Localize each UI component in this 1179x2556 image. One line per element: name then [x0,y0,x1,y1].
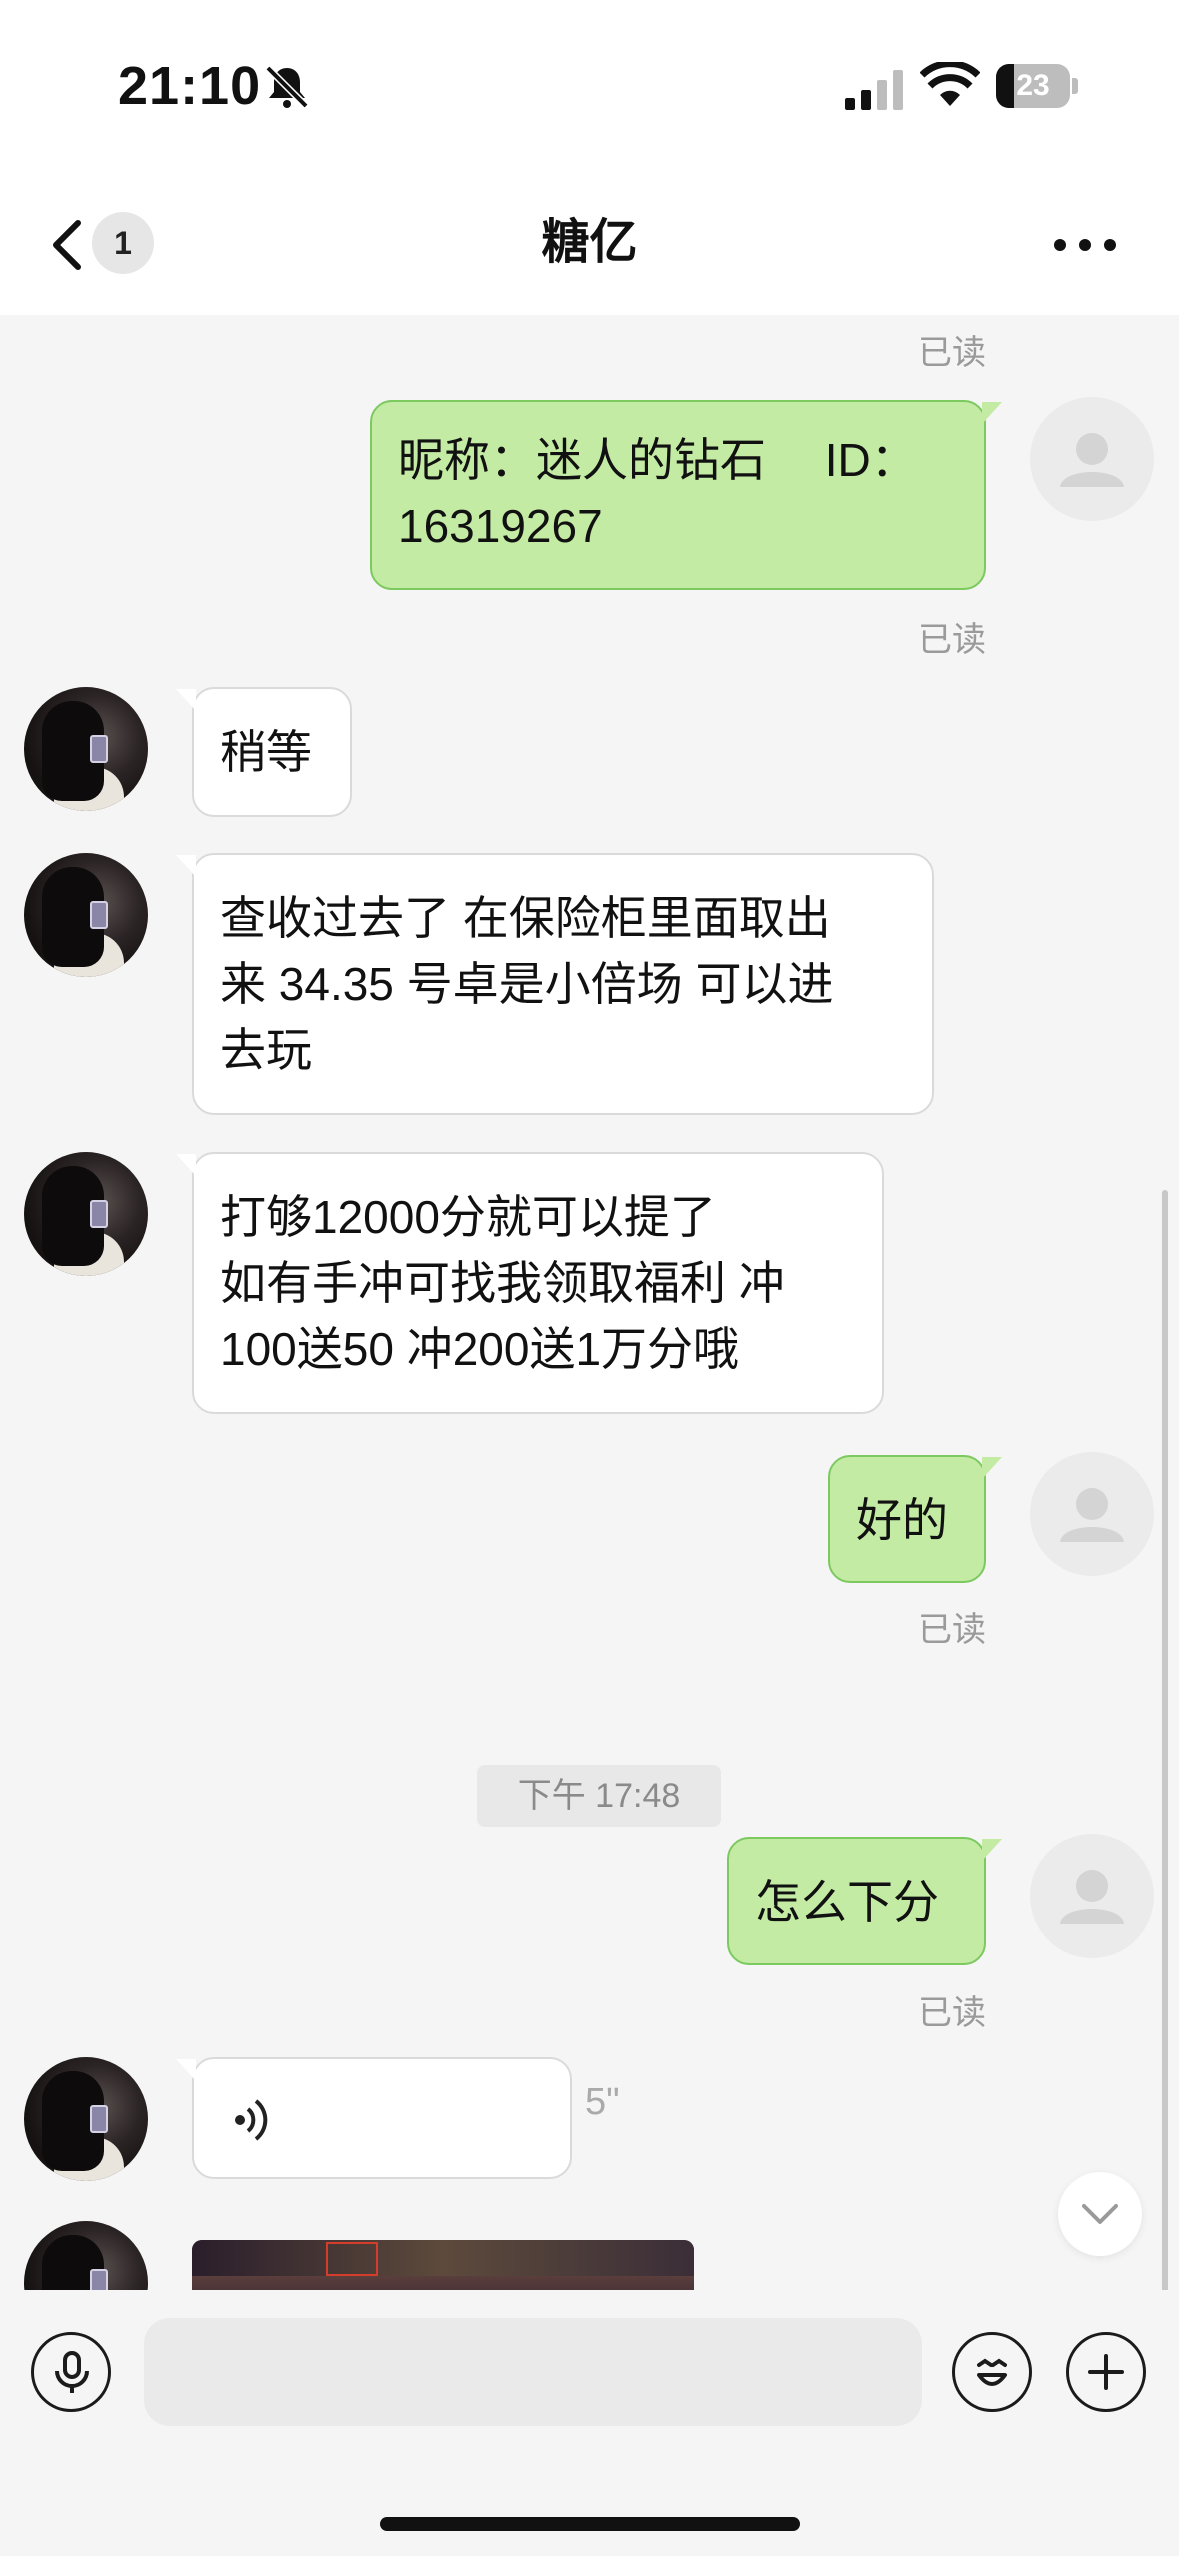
message-text: 好的 [856,1494,948,1546]
status-bar: 21:10 23 [0,0,1179,175]
plus-icon [1088,2354,1124,2390]
message-text: 100送50 冲200送1万分哦 [220,1323,740,1375]
read-receipt: 已读 [918,334,986,372]
battery-level: 23 [1016,69,1050,102]
message-bubble-received[interactable]: 查收过去了 在保险柜里面取出 来 34.35 号卓是小倍场 可以进 去玩 [176,853,934,1115]
message-text: 去玩 [220,1024,312,1076]
scrollbar[interactable] [1162,1190,1168,2290]
message-text: 来 34.35 号卓是小倍场 可以进 [220,958,834,1010]
person-icon [1060,1488,1124,1542]
message-text: 如有手冲可找我领取福利 冲 [220,1257,785,1309]
message-bubble-sent[interactable]: 好的 [828,1455,1002,1583]
avatar[interactable] [24,853,148,977]
message-text: 打够12000分就可以提了 [220,1191,716,1243]
scroll-to-bottom-button[interactable] [1058,2172,1142,2256]
read-receipt: 已读 [918,1994,986,2032]
chat-area[interactable]: 已读 昵称：迷人的钻石 ID： 16319267 已读 稍等 查收过去了 在保险… [0,315,1179,2290]
voice-wave-icon [235,2099,268,2141]
signal-icon [845,70,903,110]
avatar[interactable] [24,2221,148,2290]
avatar[interactable] [1030,1834,1154,1958]
message-text: 查收过去了 在保险柜里面取出 [220,892,831,944]
chat-title: 糖亿 [541,216,638,269]
voice-message[interactable] [176,2057,572,2179]
message-text: 怎么下分 [755,1876,939,1928]
wifi-icon [920,62,980,106]
microphone-icon [55,2351,89,2393]
message-text: 昵称：迷人的钻石 ID： [398,434,917,486]
avatar[interactable] [1030,397,1154,521]
battery-icon: 23 [996,64,1078,108]
message-input[interactable] [144,2318,922,2426]
voice-input-button[interactable] [31,2332,111,2412]
timestamp-chip: 下午 17:48 [477,1765,721,1827]
voice-duration: 5" [585,2081,620,2123]
chevron-down-icon [1082,2204,1118,2224]
emoji-button[interactable] [952,2332,1032,2412]
message-text: 稍等 [220,726,312,778]
person-icon [1060,433,1124,487]
avatar[interactable] [1030,1452,1154,1576]
person-icon [1060,1870,1124,1924]
more-icon[interactable] [1050,225,1120,265]
bell-slash-icon [265,65,309,109]
avatar[interactable] [24,2057,148,2181]
more-actions-button[interactable] [1066,2332,1146,2412]
message-bubble-sent[interactable]: 昵称：迷人的钻石 ID： 16319267 [370,400,1002,590]
avatar[interactable] [24,687,148,811]
home-indicator[interactable] [380,2517,800,2531]
status-time: 21:10 [118,56,262,116]
message-text: 16319267 [398,500,603,552]
read-receipt: 已读 [918,1611,986,1649]
emoji-icon [977,2358,1007,2386]
message-bubble-received[interactable]: 打够12000分就可以提了 如有手冲可找我领取福利 冲 100送50 冲200送… [176,1152,884,1414]
read-receipt: 已读 [918,621,986,659]
message-bubble-sent[interactable]: 怎么下分 [727,1837,1002,1965]
message-bubble-received[interactable]: 稍等 [176,687,352,817]
avatar[interactable] [24,1152,148,1276]
image-message[interactable] [192,2240,694,2290]
